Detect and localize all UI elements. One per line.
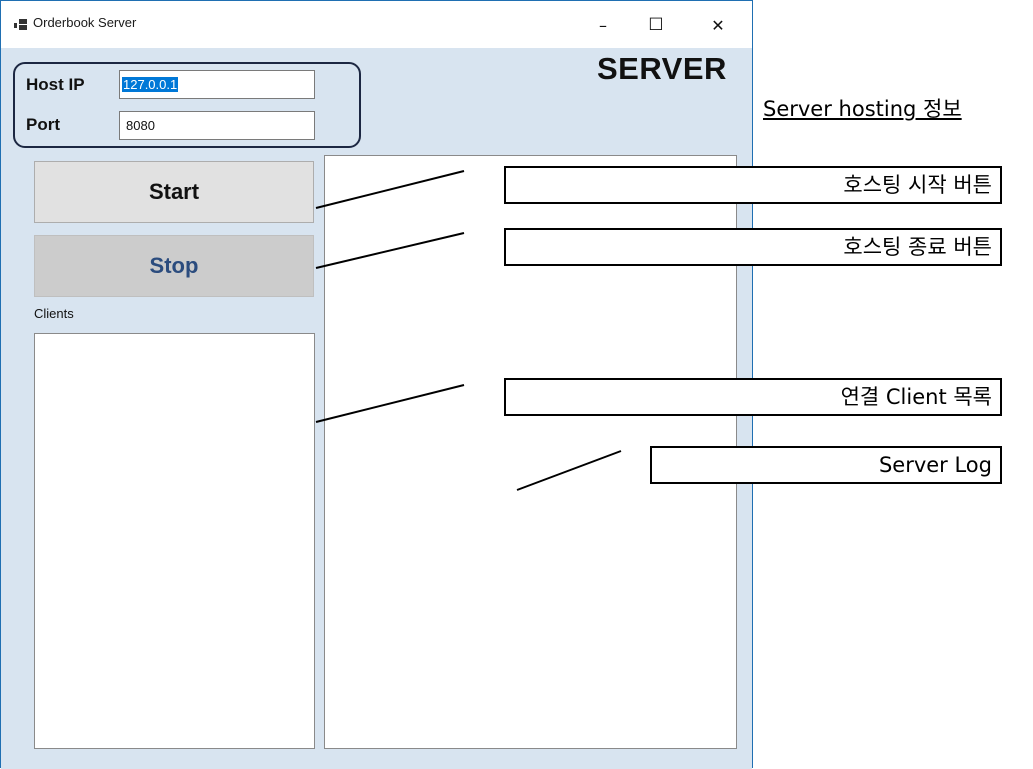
annotation-server-hosting: Server hosting 정보 [763,97,962,121]
start-button-label: Start [148,179,200,204]
annotation-client-list: 연결 Client 목록 [504,378,1002,416]
clients-label: Clients [34,306,74,321]
port-input[interactable]: 8080 [119,111,315,140]
close-button[interactable]: ✕ [698,10,738,40]
page-title: SERVER [597,51,727,86]
minimize-icon: – [599,15,607,35]
close-icon: ✕ [711,15,725,35]
annotation-clients-text: 연결 Client 목록 [840,384,992,409]
stop-button[interactable]: Stop [34,235,314,297]
host-ip-label: Host IP [26,75,85,94]
minimize-button[interactable]: – [583,10,623,40]
stop-button-label: Stop [149,253,199,278]
port-value: 8080 [126,118,155,133]
start-button[interactable]: Start [34,161,314,223]
port-label: Port [26,115,60,134]
maximize-icon: ☐ [648,15,664,35]
annotation-server-log: Server Log [650,446,1002,484]
annotation-stop-text: 호스팅 종료 버튼 [843,234,992,259]
clients-listbox[interactable] [34,333,315,749]
annotation-start-button: 호스팅 시작 버튼 [504,166,1002,204]
annotation-log-text: Server Log [878,452,992,477]
title-bar[interactable]: Orderbook Server – ☐ ✕ [1,1,752,48]
annotation-start-text: 호스팅 시작 버튼 [843,172,992,197]
app-icon [14,19,27,30]
host-ip-value: 127.0.0.1 [122,77,179,92]
host-ip-input[interactable]: 127.0.0.1 [119,70,315,99]
window-title: Orderbook Server [33,15,137,30]
annotation-stop-button: 호스팅 종료 버튼 [504,228,1002,266]
maximize-button[interactable]: ☐ [636,10,676,40]
